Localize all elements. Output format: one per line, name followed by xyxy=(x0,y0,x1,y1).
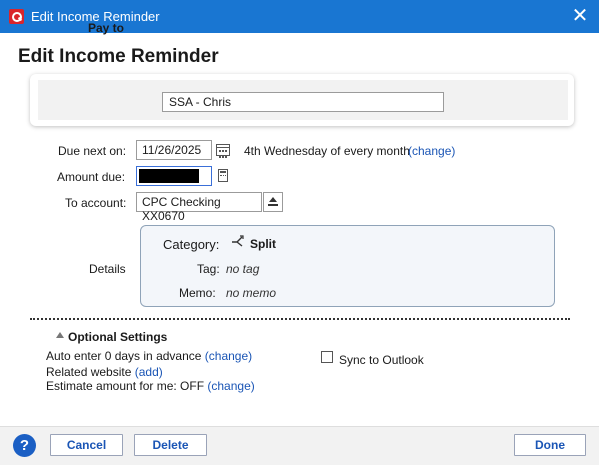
related-website-text: Related website xyxy=(46,365,132,379)
related-website-add-link[interactable]: (add) xyxy=(135,365,163,379)
cancel-button[interactable]: Cancel xyxy=(50,434,123,456)
help-icon[interactable]: ? xyxy=(13,434,36,457)
amount-due-label: Amount due: xyxy=(57,170,126,184)
due-date-input[interactable]: 11/26/2025 xyxy=(136,140,212,160)
calendar-icon[interactable] xyxy=(213,140,233,160)
related-website-row: Related website (add) xyxy=(46,365,163,379)
done-button[interactable]: Done xyxy=(514,434,586,456)
split-icon xyxy=(232,235,244,247)
sync-outlook-checkbox[interactable] xyxy=(321,351,333,363)
auto-enter-text: Auto enter 0 days in advance xyxy=(46,349,202,363)
tag-value[interactable]: no tag xyxy=(226,262,259,276)
to-account-input[interactable]: CPC Checking XX0670 xyxy=(136,192,262,223)
app-logo-icon xyxy=(9,9,24,24)
section-divider xyxy=(30,318,570,320)
delete-button[interactable]: Delete xyxy=(134,434,207,456)
memo-value[interactable]: no memo xyxy=(226,286,276,300)
pay-to-label: Pay to xyxy=(88,21,125,35)
to-account-label: To account: xyxy=(65,196,127,210)
amount-due-input[interactable] xyxy=(136,166,212,186)
redacted-amount xyxy=(139,169,199,183)
auto-enter-change-link[interactable]: (change) xyxy=(205,349,252,363)
estimate-change-link[interactable]: (change) xyxy=(207,379,254,393)
details-label: Details xyxy=(89,262,126,276)
calculator-icon[interactable] xyxy=(213,166,233,186)
optional-settings-title[interactable]: Optional Settings xyxy=(68,330,167,344)
pay-to-input[interactable]: SSA - Chris xyxy=(162,92,444,112)
account-picker-icon[interactable] xyxy=(263,192,283,212)
recurrence-text: 4th Wednesday of every month xyxy=(244,144,410,158)
category-label: Category: xyxy=(163,237,220,252)
memo-label: Memo: xyxy=(179,286,216,300)
category-split-link[interactable]: Split xyxy=(250,237,276,251)
close-icon[interactable]: ✕ xyxy=(569,5,591,27)
page-title: Edit Income Reminder xyxy=(18,46,219,67)
tag-label: Tag: xyxy=(197,262,220,276)
change-recurrence-link[interactable]: (change) xyxy=(408,144,455,158)
estimate-text: Estimate amount for me: OFF xyxy=(46,379,205,393)
auto-enter-row: Auto enter 0 days in advance (change) xyxy=(46,349,252,363)
due-next-label: Due next on: xyxy=(58,144,127,158)
collapse-triangle-icon[interactable] xyxy=(56,332,64,338)
sync-outlook-label[interactable]: Sync to Outlook xyxy=(339,353,424,367)
estimate-row: Estimate amount for me: OFF (change) xyxy=(46,379,255,393)
